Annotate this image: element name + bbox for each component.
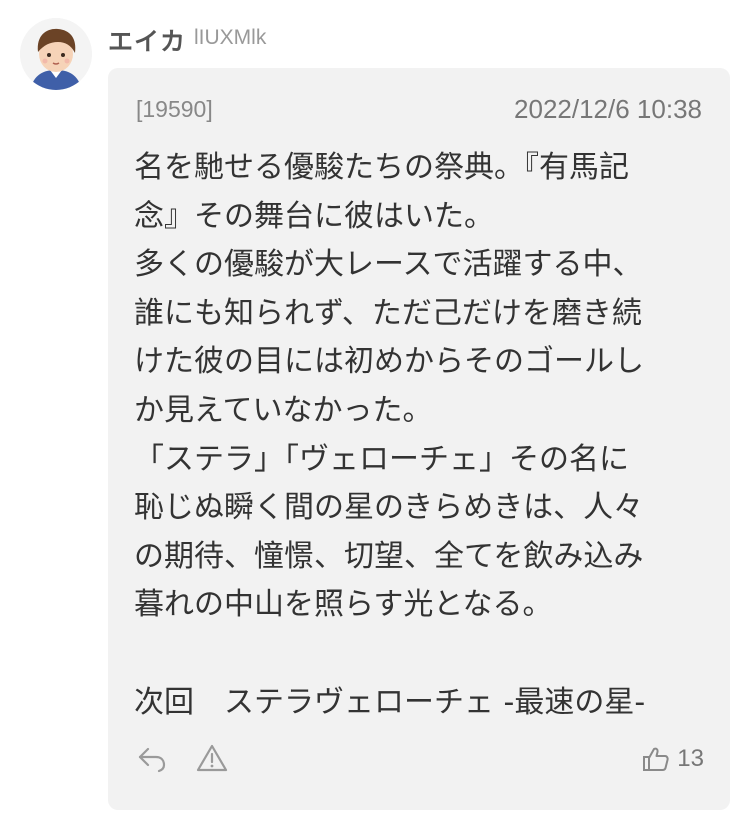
post-date: 2022/12/6 10:38: [514, 94, 702, 124]
post-line: 多くの優駿が大レースで活躍する中、: [134, 247, 643, 283]
post-line: 名を馳せる優駿たちの祭典。『有馬記: [134, 150, 629, 185]
post-line: 恥じぬ瞬く間の星のきらめきは、人々: [134, 490, 644, 526]
post-line: 暮れの中山を照らす光となる。: [134, 587, 553, 623]
report-button[interactable]: [194, 740, 230, 776]
post-body: 名を馳せる優駿たちの祭典。『有馬記 念』その舞台に彼はいた。 多くの優駿が大レー…: [134, 144, 714, 727]
post-line: 次回 ステラヴェローチェ -最速の星-: [134, 684, 646, 720]
post-line-blank: [134, 630, 714, 679]
username[interactable]: エイカ: [108, 22, 186, 58]
post-line: けた彼の目には初めからそのゴールし: [134, 344, 644, 380]
post-line: か見えていなかった。: [134, 392, 433, 428]
post-number: [19590]: [136, 96, 213, 122]
warning-icon: [196, 744, 228, 772]
reply-button[interactable]: [134, 740, 170, 776]
reply-icon: [138, 747, 166, 773]
post-line: の期待、憧憬、切望、全てを飲み込み: [134, 538, 644, 574]
post-line: 「ステラ」「ヴェローチェ」その名に: [134, 441, 629, 477]
post-line: 誰にも知られず、ただ己だけを磨き続: [134, 295, 642, 331]
post-line: 念』その舞台に彼はいた。: [134, 198, 494, 234]
thumbs-up-icon: [643, 747, 669, 771]
like-button[interactable]: 13: [641, 744, 704, 774]
avatar[interactable]: [20, 18, 92, 90]
like-count: 13: [677, 745, 704, 772]
user-id: lIUXMlk: [194, 26, 267, 49]
comment-card: [19590] 2022/12/6 10:38 名を馳せる優駿たちの祭典。『有馬…: [108, 68, 730, 810]
